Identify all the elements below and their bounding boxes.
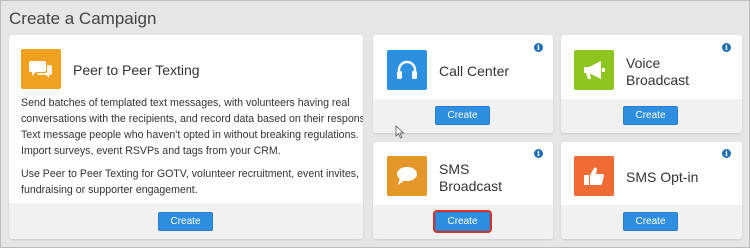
sms-broadcast-create-button[interactable]: Create xyxy=(433,210,492,233)
app-frame: Create a Campaign Peer to Peer Texting S… xyxy=(0,0,750,248)
sms-broadcast-footer: Create xyxy=(373,205,553,239)
thumbs-up-icon xyxy=(584,167,604,186)
sms-opt-in-info-icon[interactable]: i xyxy=(722,149,731,158)
call-center-title: Call Center xyxy=(439,63,510,79)
peer-to-peer-tile xyxy=(21,49,61,89)
card-sms-opt-in: i SMS Opt-in Create xyxy=(561,142,742,239)
peer-to-peer-usage: Use Peer to Peer Texting for GOTV, volun… xyxy=(21,168,359,196)
sms-broadcast-tile xyxy=(387,156,427,196)
peer-to-peer-description: Send batches of templated text messages,… xyxy=(21,97,363,157)
sms-broadcast-info-icon[interactable]: i xyxy=(534,149,543,158)
sms-opt-in-footer: Create xyxy=(561,205,742,239)
call-center-info-icon[interactable]: i xyxy=(534,43,543,52)
card-voice-broadcast: i Voice Broadcast Create xyxy=(561,35,742,133)
voice-broadcast-create-button[interactable]: Create xyxy=(623,106,678,125)
sms-broadcast-title-line1: SMS xyxy=(439,161,470,177)
peer-to-peer-create-button[interactable]: Create xyxy=(158,212,213,231)
speech-bubble-icon xyxy=(397,167,417,185)
card-peer-to-peer-texting: Peer to Peer Texting Send batches of tem… xyxy=(9,35,363,239)
headset-icon xyxy=(397,60,417,79)
chat-bubbles-icon xyxy=(29,61,52,78)
sms-opt-in-tile xyxy=(574,156,614,196)
sms-opt-in-title: SMS Opt-in xyxy=(626,169,699,185)
call-center-create-button[interactable]: Create xyxy=(435,106,490,125)
megaphone-icon xyxy=(584,61,605,79)
sms-opt-in-create-button[interactable]: Create xyxy=(623,212,678,231)
voice-broadcast-footer: Create xyxy=(561,99,742,133)
voice-broadcast-info-icon[interactable]: i xyxy=(722,43,731,52)
card-call-center: i Call Center Create xyxy=(373,35,553,133)
peer-to-peer-footer: Create xyxy=(9,203,363,239)
sms-broadcast-title-line2: Broadcast xyxy=(439,178,503,194)
voice-broadcast-tile xyxy=(574,50,614,90)
voice-broadcast-title-line1: Voice xyxy=(626,55,661,71)
card-sms-broadcast: i SMS Broadcast Create xyxy=(373,142,553,239)
voice-broadcast-title-line2: Broadcast xyxy=(626,72,690,88)
call-center-tile xyxy=(387,50,427,90)
mouse-cursor-icon xyxy=(395,125,405,139)
page-title: Create a Campaign xyxy=(9,9,157,28)
peer-to-peer-title: Peer to Peer Texting xyxy=(73,62,200,78)
